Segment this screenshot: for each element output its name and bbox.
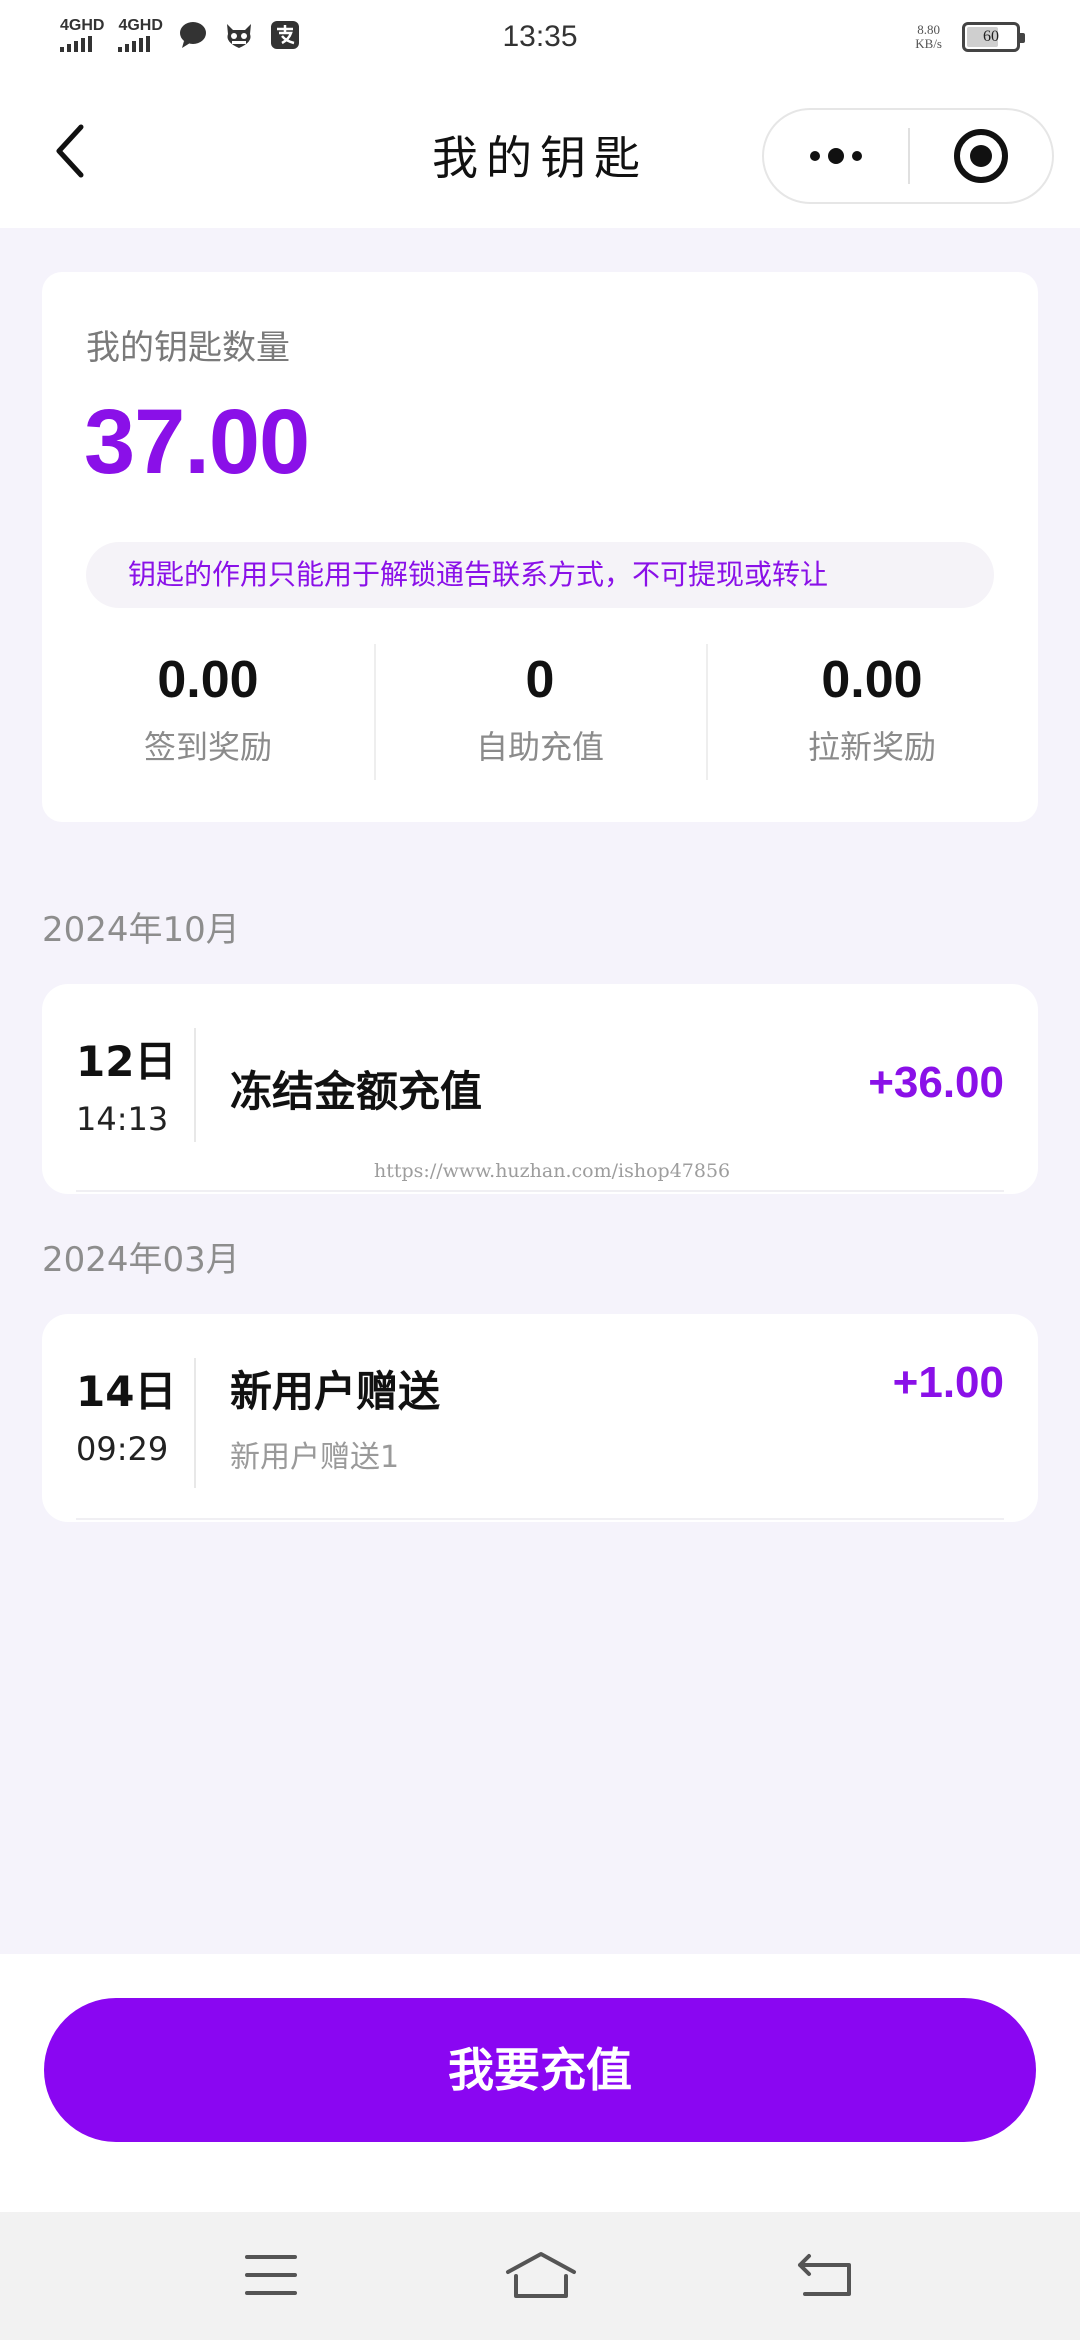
month-header: 2024年03月 bbox=[42, 1240, 240, 1280]
key-count-label: 我的钥匙数量 bbox=[86, 328, 290, 368]
record-subtitle: 新用户赠送1 bbox=[230, 1440, 400, 1475]
battery-icon: 60 bbox=[962, 22, 1025, 52]
watermark-text: https://www.huzhan.com/ishop47856 bbox=[374, 1160, 731, 1182]
stat-value: 0.00 bbox=[157, 651, 259, 709]
record-amount: +1.00 bbox=[892, 1358, 1004, 1407]
network-speed: 8.80 KB/s bbox=[915, 23, 942, 51]
page: 4GHD 4GHD 13:35 8.80 KB/s 60 我的钥匙 我的钥匙数量… bbox=[0, 0, 1080, 2340]
stat-label: 拉新奖励 bbox=[807, 728, 936, 766]
month-header: 2024年10月 bbox=[42, 910, 240, 950]
stat-signin-reward: 0.00 签到奖励 bbox=[42, 644, 374, 780]
record-time: 14:13 bbox=[76, 1100, 169, 1138]
system-menu-button[interactable] bbox=[226, 2242, 316, 2312]
close-miniprogram-button[interactable] bbox=[910, 110, 1052, 202]
battery-level: 60 bbox=[983, 28, 999, 45]
network-speed-value: 8.80 bbox=[917, 22, 940, 37]
record-amount: +36.00 bbox=[868, 1058, 1004, 1107]
system-nav-bar bbox=[0, 2212, 1080, 2340]
more-dots-icon bbox=[810, 148, 862, 164]
record-divider-bottom bbox=[76, 1518, 1004, 1520]
record-time: 09:29 bbox=[76, 1430, 169, 1468]
key-stats-row: 0.00 签到奖励 0 自助充值 0.00 拉新奖励 bbox=[42, 644, 1038, 780]
stat-value: 0 bbox=[525, 651, 555, 709]
record-divider bbox=[194, 1358, 196, 1488]
back-return-icon bbox=[795, 2252, 855, 2302]
stat-label: 签到奖励 bbox=[143, 728, 272, 766]
record-item[interactable]: 14日 09:29 新用户赠送 新用户赠送1 +1.00 bbox=[42, 1314, 1038, 1522]
mini-program-capsule bbox=[762, 108, 1054, 204]
stat-referral-reward: 0.00 拉新奖励 bbox=[706, 644, 1038, 780]
key-usage-notice: 钥匙的作用只能用于解锁通告联系方式，不可提现或转让 bbox=[86, 542, 994, 608]
record-divider-bottom bbox=[76, 1190, 1004, 1192]
home-icon bbox=[504, 2250, 578, 2304]
stat-self-recharge: 0 自助充值 bbox=[374, 644, 706, 780]
more-button[interactable] bbox=[764, 110, 908, 202]
record-title: 冻结金额充值 bbox=[230, 1067, 483, 1116]
key-summary-card: 我的钥匙数量 37.00 钥匙的作用只能用于解锁通告联系方式，不可提现或转让 0… bbox=[42, 272, 1038, 822]
stat-value: 0.00 bbox=[821, 651, 923, 709]
bottom-action-area: 我要充值 bbox=[0, 1954, 1080, 2212]
record-day: 12日 bbox=[76, 1037, 177, 1086]
status-right: 8.80 KB/s 60 bbox=[915, 22, 1025, 52]
stat-label: 自助充值 bbox=[475, 728, 604, 766]
system-home-button[interactable] bbox=[496, 2242, 586, 2312]
target-icon bbox=[954, 129, 1008, 183]
record-title: 新用户赠送 bbox=[230, 1367, 441, 1416]
nav-bar: 我的钥匙 bbox=[0, 80, 1080, 228]
recharge-button[interactable]: 我要充值 bbox=[44, 1998, 1036, 2142]
menu-icon bbox=[244, 2253, 298, 2301]
network-speed-unit: KB/s bbox=[915, 36, 942, 51]
status-bar: 4GHD 4GHD 13:35 8.80 KB/s 60 bbox=[0, 0, 1080, 80]
system-back-button[interactable] bbox=[780, 2242, 870, 2312]
record-day: 14日 bbox=[76, 1367, 177, 1416]
key-count-amount: 37.00 bbox=[84, 391, 310, 493]
record-divider bbox=[194, 1028, 196, 1142]
